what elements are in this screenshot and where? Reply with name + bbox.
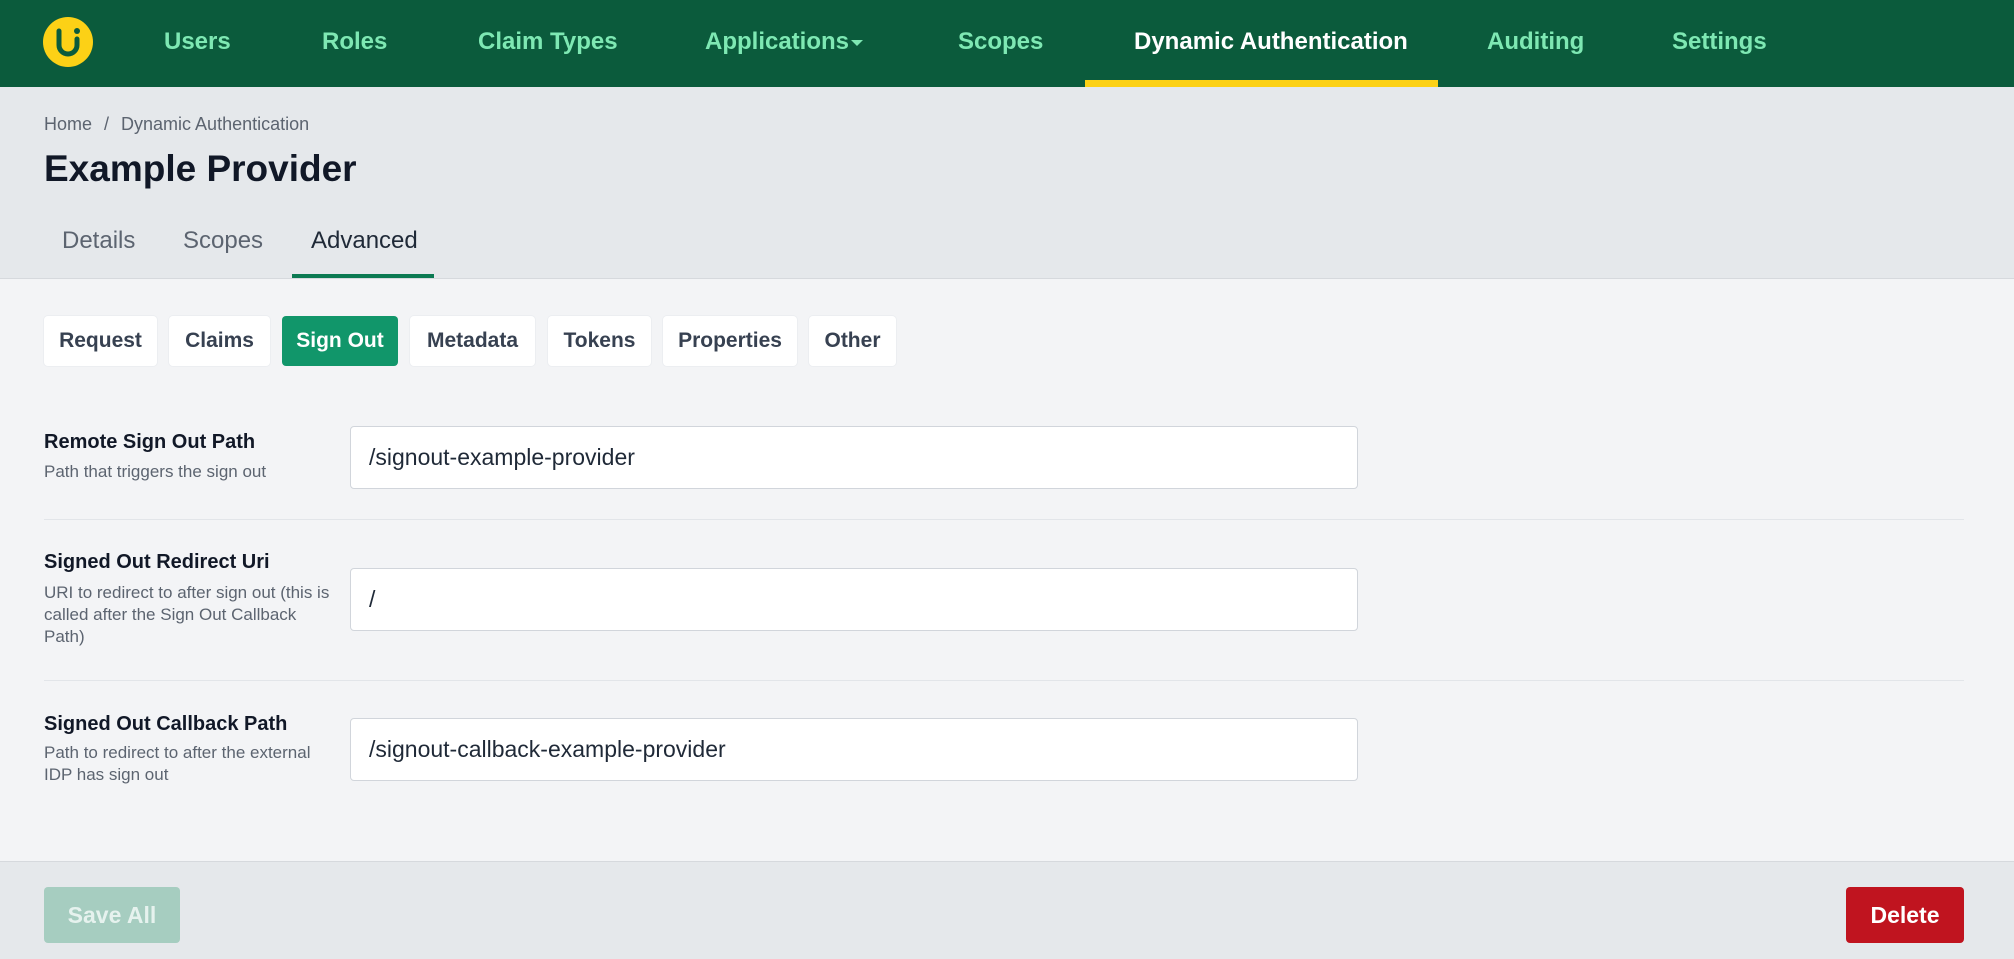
signed-out-redirect-uri-description: URI to redirect to after sign out (this … <box>44 583 330 646</box>
active-nav-indicator <box>1085 80 1438 87</box>
footer-bar: Save All Delete <box>0 861 2014 959</box>
delete-button[interactable]: Delete <box>1846 887 1964 943</box>
signed-out-callback-path-description: Path to redirect to after the external I… <box>44 743 311 784</box>
remote-sign-out-path-label: Remote Sign Out Path <box>44 431 256 453</box>
breadcrumb-current[interactable]: Dynamic Authentication <box>121 114 309 134</box>
subtab-properties[interactable]: Properties <box>663 316 797 366</box>
remote-sign-out-path-description: Path that triggers the sign out <box>44 462 267 481</box>
save-all-button[interactable]: Save All <box>44 887 180 943</box>
signed-out-redirect-uri-label: Signed Out Redirect Uri <box>44 551 270 573</box>
field-divider <box>44 519 1964 520</box>
subtab-metadata[interactable]: Metadata <box>410 316 535 366</box>
nav-item-applications[interactable]: Applications <box>705 0 849 87</box>
tab-advanced[interactable]: Advanced <box>311 227 418 255</box>
logo-icon[interactable] <box>43 17 93 67</box>
field-divider <box>44 680 1964 681</box>
page-title: Example Provider <box>44 148 357 189</box>
nav-item-roles[interactable]: Roles <box>322 0 387 87</box>
subtab-claims[interactable]: Claims <box>169 316 270 366</box>
signed-out-redirect-uri-input[interactable] <box>350 568 1358 631</box>
signed-out-callback-path-input[interactable] <box>350 718 1358 781</box>
signed-out-callback-path-label: Signed Out Callback Path <box>44 713 288 735</box>
nav-item-scopes[interactable]: Scopes <box>958 0 1043 87</box>
subtab-other[interactable]: Other <box>809 316 896 366</box>
tab-scopes[interactable]: Scopes <box>183 227 263 255</box>
tab-details[interactable]: Details <box>62 227 135 255</box>
page-header: Home / Dynamic Authentication Example Prov… <box>0 87 2014 279</box>
active-tab-indicator <box>292 274 434 278</box>
chevron-down-icon <box>851 40 863 46</box>
breadcrumb-home[interactable]: Home <box>44 114 92 134</box>
nav-item-dynamic-authentication[interactable]: Dynamic Authentication <box>1134 0 1408 87</box>
breadcrumb: Home / Dynamic Authentication <box>44 114 309 135</box>
top-nav: Users Roles Claim Types Applications Sco… <box>0 0 2014 87</box>
remote-sign-out-path-input[interactable] <box>350 426 1358 489</box>
subtab-tokens[interactable]: Tokens <box>548 316 651 366</box>
nav-item-settings[interactable]: Settings <box>1672 0 1767 87</box>
nav-item-auditing[interactable]: Auditing <box>1487 0 1584 87</box>
subtab-sign-out[interactable]: Sign Out <box>282 316 398 366</box>
nav-item-users[interactable]: Users <box>164 0 231 87</box>
nav-item-claim-types[interactable]: Claim Types <box>478 0 618 87</box>
breadcrumb-separator: / <box>104 114 110 134</box>
subtab-request[interactable]: Request <box>44 316 157 366</box>
